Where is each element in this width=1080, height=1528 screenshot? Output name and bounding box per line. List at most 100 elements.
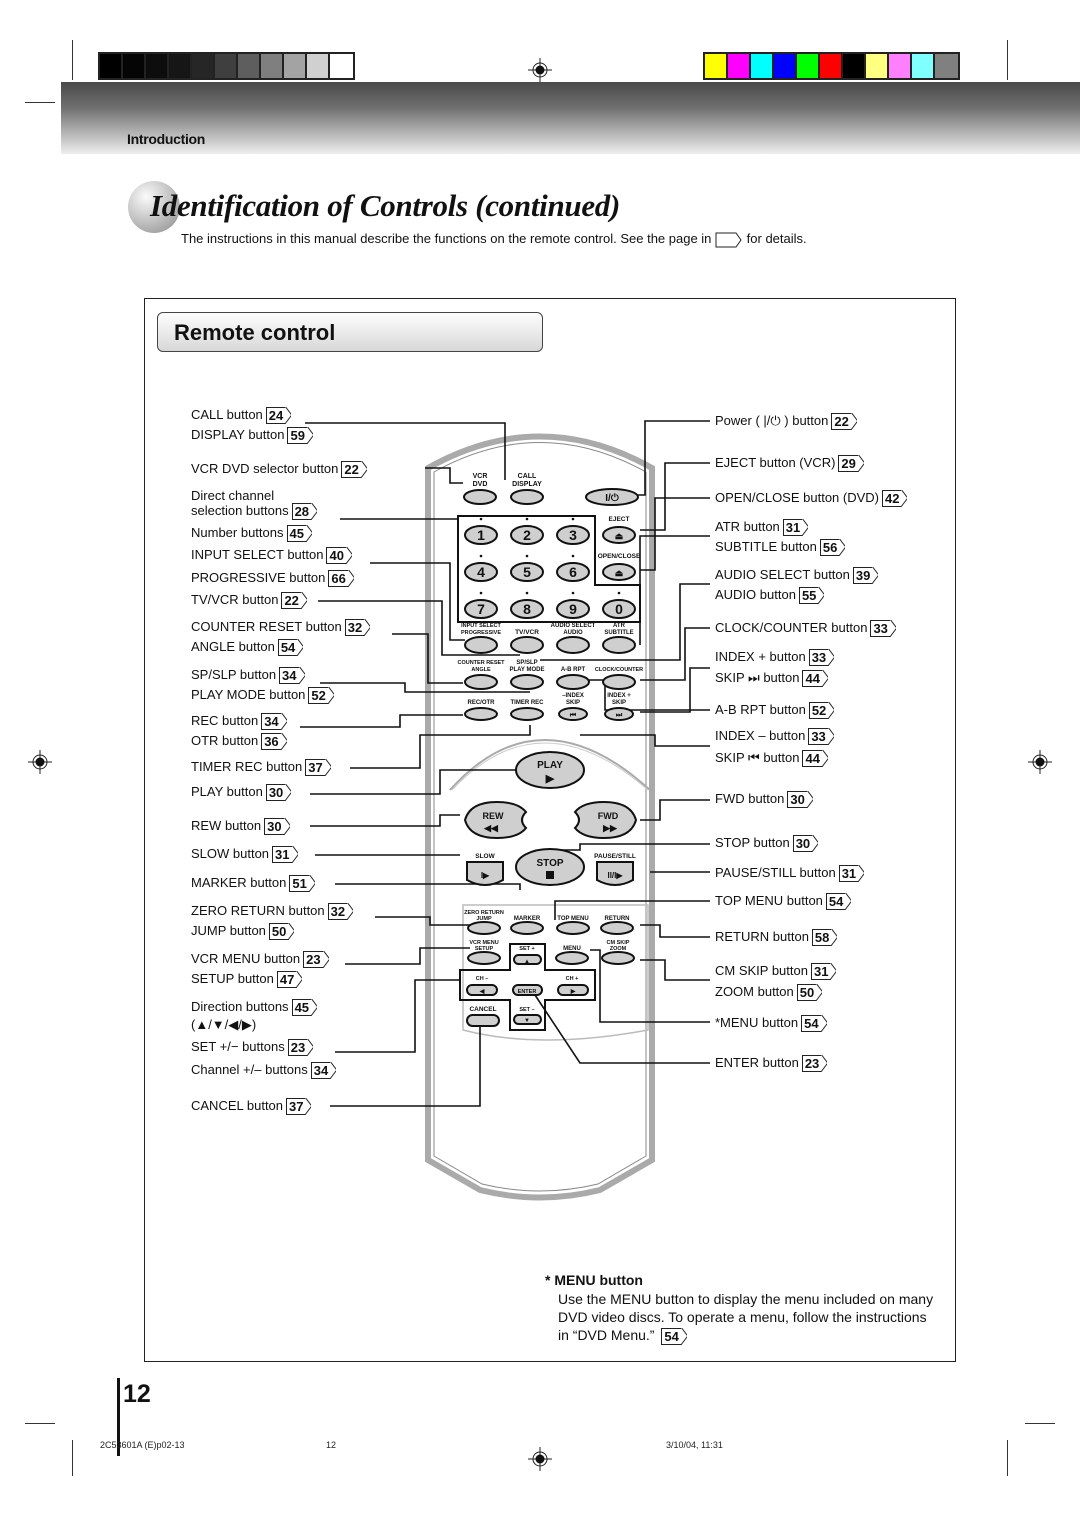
clock-counter-button[interactable] [602,674,636,690]
callout-text: CLOCK/COUNTER button [715,620,868,635]
callout-text: ZOOM button [715,984,794,999]
rec-otr-button[interactable] [464,707,498,721]
page-reference[interactable]: 36 [261,733,286,751]
page-reference[interactable]: 31 [810,963,836,981]
marker-button[interactable] [510,921,544,935]
callout-label: CM SKIP button 31 [715,963,836,981]
page-reference[interactable]: 59 [287,427,312,445]
callout-label: AUDIO button 55 [715,587,824,605]
page-reference[interactable]: 56 [819,539,845,557]
footer-timestamp: 3/10/04, 11:31 [666,1440,723,1450]
timer-rec-button[interactable] [510,707,544,721]
callout-label: ZOOM button 50 [715,984,822,1002]
page-reference[interactable]: 54 [277,639,303,657]
callout-text: PAUSE/STILL button [715,865,836,880]
page-reference[interactable]: 33 [808,649,834,667]
callout-label: Direct channel [191,488,274,504]
page-reference[interactable]: 54 [801,1015,826,1033]
atr-subtitle-button[interactable] [602,636,636,654]
number-label: 5 [523,564,531,580]
page-reference[interactable]: 34 [279,667,304,685]
page-reference[interactable]: 45 [286,525,312,543]
tv-vcr-button[interactable] [510,636,544,654]
sp-slp-label: SP/SLP [516,660,537,666]
vcr-menu-setup-button[interactable] [467,951,501,965]
input-select-button[interactable] [464,636,498,654]
page-reference[interactable]: 24 [265,407,291,425]
callout-text: Number buttons [191,525,284,540]
callout-text: CANCEL button [191,1098,284,1113]
callout-label: ZERO RETURN button 32 [191,903,353,921]
zero-return-jump-button[interactable] [467,921,501,935]
play-mode-button[interactable] [510,674,544,690]
callout-text: DISPLAY button [191,427,285,442]
page-reference[interactable]: 34 [261,713,286,731]
callout-text: AUDIO SELECT button [715,567,850,582]
callout-text: OTR button [191,733,259,748]
cancel-button[interactable] [466,1014,500,1027]
callout-text: (▲/▼/◀/▶) [191,1017,257,1032]
page-reference[interactable]: 44 [802,670,827,688]
page-reference[interactable]: 30 [787,791,812,809]
call-display-button[interactable] [510,489,544,505]
page-reference[interactable]: 52 [308,687,333,705]
page-reference[interactable]: 40 [326,547,351,565]
page-reference[interactable]: 37 [305,759,330,777]
page-reference[interactable]: 31 [838,865,864,883]
page-reference[interactable]: 45 [291,999,317,1017]
callout-text: TOP MENU button [715,893,823,908]
page-reference[interactable]: 32 [344,619,370,637]
rew-icon: ◀◀ [483,823,499,833]
page-reference[interactable]: 33 [870,620,895,638]
menu-note-body: Use the MENU button to display the menu … [558,1291,934,1345]
ab-rpt-button[interactable] [556,674,590,690]
page-reference[interactable]: 42 [882,490,907,508]
menu-note-title: * MENU button [545,1272,643,1288]
page-reference[interactable]: 23 [287,1039,313,1057]
page-reference[interactable]: 66 [328,570,353,588]
page-reference[interactable]: 23 [303,951,328,969]
callout-label: EJECT button (VCR) 29 [715,455,864,473]
page-reference[interactable]: 37 [286,1098,311,1116]
page-reference[interactable]: 50 [268,923,294,941]
page-reference[interactable]: 33 [808,728,833,746]
callout-label: *MENU button 54 [715,1015,827,1033]
page-reference[interactable]: 54 [825,893,851,911]
audio-select-button[interactable] [556,636,590,654]
rew-label: REW [483,811,505,821]
return-button[interactable] [600,921,634,935]
page-reference[interactable]: 28 [291,503,317,521]
page-reference[interactable]: 23 [801,1055,827,1073]
page-reference[interactable]: 31 [272,846,297,864]
page-reference[interactable]: 54 [661,1327,686,1345]
cm-skip-zoom-button[interactable] [601,951,635,965]
number-label: 1 [477,527,485,543]
page-reference[interactable]: 52 [808,702,834,720]
page-reference[interactable]: 47 [276,971,302,989]
page-reference[interactable]: 30 [265,784,291,802]
vcr-dvd-selector-button[interactable] [463,489,497,505]
top-menu-button[interactable] [556,921,590,935]
page-reference[interactable]: 22 [831,413,856,431]
callout-label: SLOW button 31 [191,846,298,864]
page-reference[interactable]: 22 [341,461,366,479]
page-reference[interactable]: 39 [852,567,878,585]
page-reference[interactable]: 29 [838,455,863,473]
page-reference[interactable]: 30 [264,818,289,836]
page-reference[interactable]: 44 [802,750,827,768]
callout-text: COUNTER RESET button [191,619,342,634]
callout-label: FWD button 30 [715,791,813,809]
callout-label: ANGLE button 54 [191,639,303,657]
page-reference[interactable]: 50 [796,984,822,1002]
callout-label: DISPLAY button 59 [191,427,313,445]
angle-button[interactable] [464,674,498,690]
page-reference[interactable]: 22 [281,592,306,610]
page-reference[interactable]: 30 [792,835,818,853]
page-reference[interactable]: 58 [811,929,837,947]
page-reference[interactable]: 31 [782,519,808,537]
page-reference[interactable]: 34 [310,1062,336,1080]
page-reference[interactable]: 55 [798,587,824,605]
page-reference[interactable]: 32 [327,903,353,921]
page-reference[interactable]: 51 [289,875,314,893]
menu-button[interactable] [555,951,589,965]
